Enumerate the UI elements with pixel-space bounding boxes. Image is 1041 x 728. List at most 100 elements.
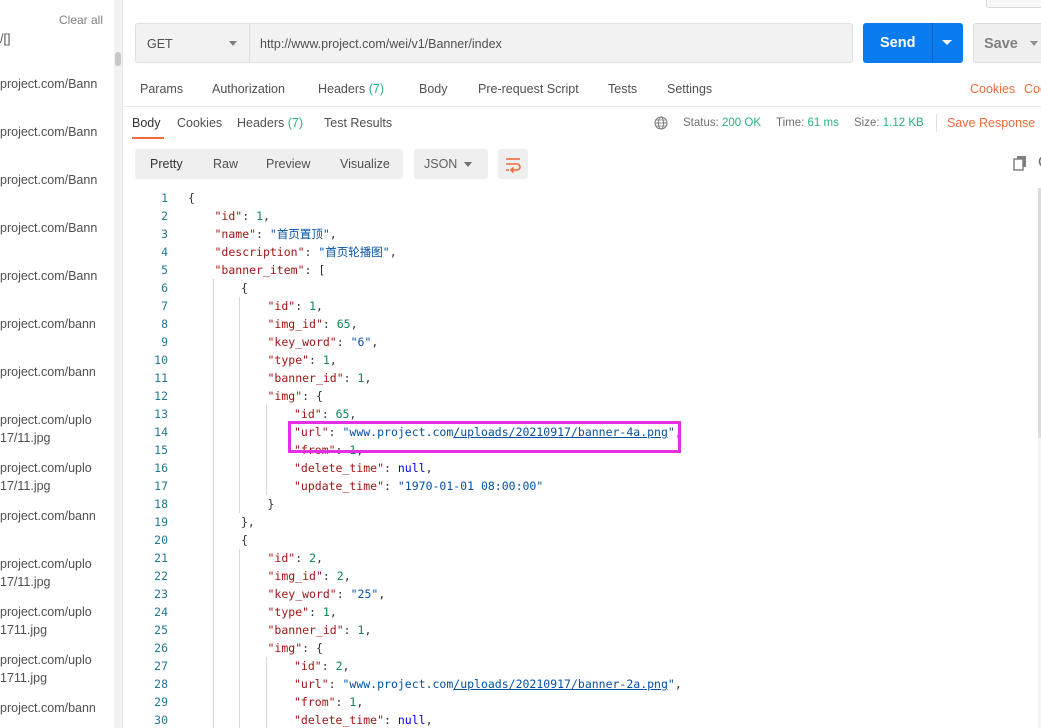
- history-item[interactable]: 1711.jpg: [0, 621, 114, 639]
- size-label: Size:: [854, 117, 880, 129]
- code-line: 24 "type": 1,: [124, 603, 1041, 621]
- code-line: 5 "banner_item": [: [124, 261, 1041, 279]
- history-item[interactable]: 17/11.jpg: [0, 429, 114, 447]
- code-text: "banner_item": [: [215, 261, 326, 279]
- send-options-chevron-icon[interactable]: [942, 40, 952, 45]
- code-token: "banner_id": [267, 623, 344, 637]
- code-token: :: [328, 677, 343, 691]
- view-preview[interactable]: Preview: [266, 157, 310, 171]
- indent-guide: [265, 405, 267, 495]
- history-item[interactable]: 17/11.jpg: [0, 477, 114, 495]
- code-text: "update_time": "1970-01-01 08:00:00": [294, 477, 543, 495]
- code-text: "id": 2,: [268, 549, 323, 567]
- code-token: "from": [294, 443, 336, 457]
- history-item[interactable]: project.com/bann: [0, 507, 114, 525]
- method-select[interactable]: GET: [135, 23, 250, 63]
- history-item[interactable]: /[]: [0, 30, 114, 48]
- code-token: ,: [329, 227, 337, 241]
- time-value: 61 ms: [807, 117, 839, 129]
- response-tab-test-results[interactable]: Test Results: [324, 116, 392, 130]
- url-input[interactable]: http://www.project.com/wei/v1/Banner/ind…: [250, 23, 853, 63]
- view-pretty[interactable]: Pretty: [150, 157, 183, 171]
- send-button[interactable]: Send: [863, 23, 963, 63]
- code-token: ,: [342, 659, 350, 673]
- code-token: ,: [371, 335, 379, 349]
- code-token: "img_id": [267, 569, 323, 583]
- line-number: 29: [154, 695, 168, 709]
- time-info: Time: 61 ms: [776, 117, 839, 129]
- code-link[interactable]: Code: [1024, 82, 1041, 96]
- tab-authorization[interactable]: Authorization: [212, 82, 285, 96]
- indent-guide: [239, 297, 240, 513]
- sidebar-scrollbar-thumb[interactable]: [115, 52, 121, 66]
- clear-all-button[interactable]: Clear all: [59, 13, 103, 27]
- save-response-button[interactable]: Save Response: [947, 116, 1035, 130]
- globe-icon[interactable]: [654, 116, 668, 130]
- code-token: /uploads/20210917/banner-4a.png: [453, 425, 668, 439]
- copy-icon[interactable]: [1012, 155, 1028, 171]
- code-token: "25": [350, 587, 379, 601]
- history-item[interactable]: project.com/Bann: [0, 219, 114, 237]
- code-token: ,: [356, 443, 364, 457]
- code-token: "from": [294, 695, 336, 709]
- history-item[interactable]: project.com/Bann: [0, 75, 114, 93]
- code-text: },: [241, 513, 255, 531]
- response-tab-cookies[interactable]: Cookies: [177, 116, 222, 130]
- line-number: 6: [161, 281, 168, 295]
- view-visualize[interactable]: Visualize: [340, 157, 390, 171]
- view-raw[interactable]: Raw: [213, 157, 238, 171]
- tab-body[interactable]: Body: [419, 82, 448, 96]
- code-token: "update_time": [294, 479, 385, 493]
- tab-settings[interactable]: Settings: [667, 82, 712, 96]
- code-text: "img": {: [268, 639, 323, 657]
- code-line: 12 "img": {: [124, 387, 1041, 405]
- history-item[interactable]: project.com/bann: [0, 699, 114, 717]
- line-number: 22: [154, 569, 168, 583]
- code-token: "首页置顶": [269, 227, 330, 241]
- code-token: 1: [256, 209, 263, 223]
- code-token: ,: [349, 407, 357, 421]
- wrap-lines-button[interactable]: [498, 149, 528, 179]
- tab-params[interactable]: Params: [140, 82, 183, 96]
- history-item[interactable]: project.com/uplo: [0, 411, 114, 429]
- save-options-chevron-icon[interactable]: [1030, 41, 1038, 46]
- code-text: "from": 1,: [294, 693, 363, 711]
- code-text: "id": 65,: [294, 405, 356, 423]
- response-tab-headers[interactable]: Headers (7): [237, 116, 303, 130]
- code-text: "key_word": "25",: [268, 585, 386, 603]
- tab-pre-request-script[interactable]: Pre-request Script: [478, 82, 579, 96]
- top-right-control[interactable]: [986, 0, 1041, 8]
- history-item[interactable]: 17/11.jpg: [0, 573, 114, 591]
- tab-headers-count: (7): [368, 82, 385, 96]
- code-token: "url": [294, 425, 329, 439]
- line-number: 13: [154, 407, 168, 421]
- line-number: 19: [154, 515, 168, 529]
- response-body-editor[interactable]: 1{2 "id": 1, 3 "name": "首页置顶", 4 "description…: [124, 188, 1041, 728]
- response-tab-headers-count: (7): [287, 116, 304, 130]
- sidebar-scrollbar-track[interactable]: [114, 0, 122, 728]
- response-tab-body[interactable]: Body: [132, 116, 161, 130]
- history-item[interactable]: project.com/Bann: [0, 171, 114, 189]
- history-item[interactable]: project.com/Bann: [0, 267, 114, 285]
- cookies-link[interactable]: Cookies: [970, 82, 1015, 96]
- code-token: null: [397, 461, 426, 475]
- history-item[interactable]: project.com/uplo: [0, 459, 114, 477]
- line-number: 8: [161, 317, 168, 331]
- history-item[interactable]: project.com/Bann: [0, 123, 114, 141]
- tab-tests[interactable]: Tests: [608, 82, 637, 96]
- code-line: 8 "img_id": 65,: [124, 315, 1041, 333]
- save-button-label: Save: [984, 36, 1018, 52]
- tab-headers[interactable]: Headers (7): [318, 82, 384, 96]
- history-item[interactable]: project.com/uplo: [0, 555, 114, 573]
- history-item[interactable]: project.com/uplo: [0, 603, 114, 621]
- history-item[interactable]: project.com/bann: [0, 315, 114, 333]
- save-button[interactable]: Save: [973, 23, 1041, 63]
- format-select[interactable]: JSON: [414, 149, 488, 179]
- line-number: 25: [154, 623, 168, 637]
- history-item[interactable]: project.com/uplo: [0, 651, 114, 669]
- divider: [936, 114, 937, 132]
- history-item[interactable]: project.com/bann: [0, 363, 114, 381]
- code-text: }: [268, 495, 275, 513]
- code-token: "img_id": [267, 317, 323, 331]
- history-item[interactable]: 1711.jpg: [0, 669, 114, 687]
